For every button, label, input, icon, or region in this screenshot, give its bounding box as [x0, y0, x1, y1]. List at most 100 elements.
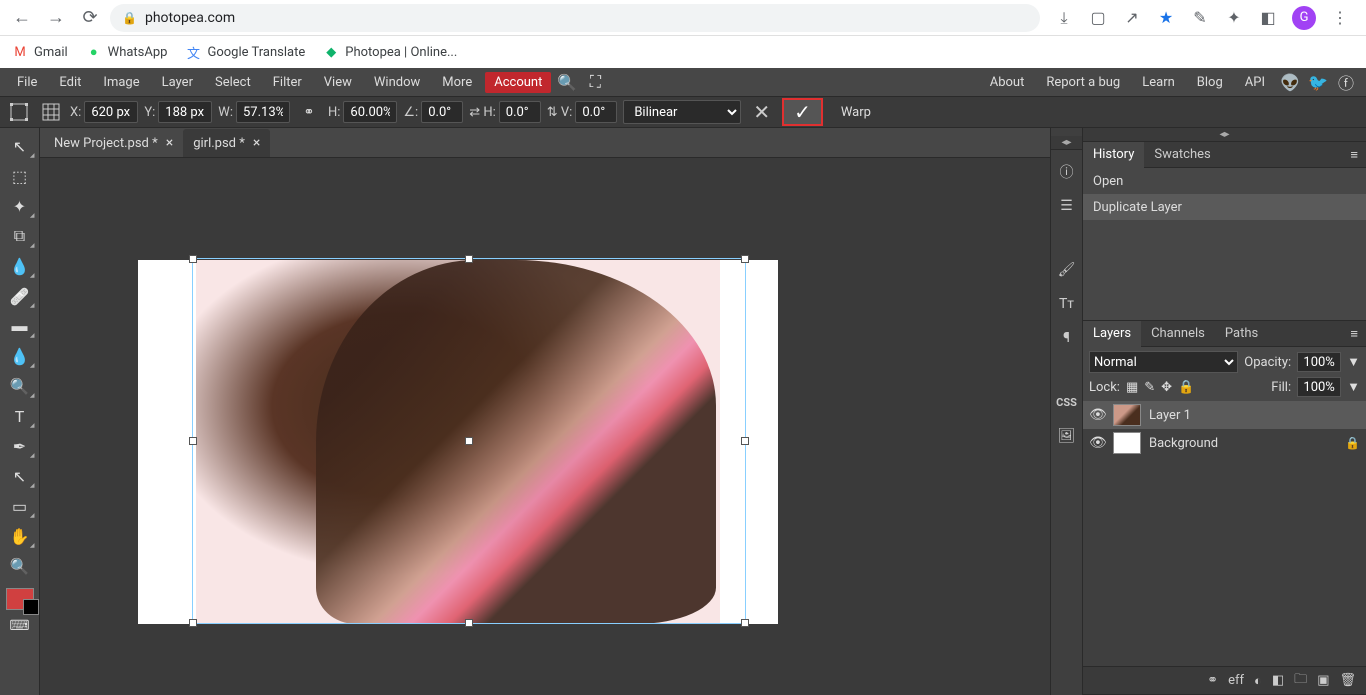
y-input[interactable] — [158, 101, 212, 123]
adjustment-icon[interactable]: ◧ — [1272, 673, 1284, 688]
panel-menu-icon[interactable]: ≡ — [1342, 147, 1366, 163]
wand-tool[interactable]: ✦◢ — [3, 192, 37, 220]
move-tool[interactable]: ↖◢ — [3, 132, 37, 160]
handle-top-left[interactable] — [189, 255, 197, 263]
search-icon[interactable]: 🔍 — [555, 70, 579, 94]
link-wh-icon[interactable]: ⚭ — [296, 99, 322, 125]
skew-v-input[interactable] — [575, 101, 617, 123]
handle-bottom-mid[interactable] — [465, 619, 473, 627]
text-tool[interactable]: T◢ — [3, 402, 37, 430]
marquee-tool[interactable]: ⬚ — [3, 162, 37, 190]
chevron-down-icon[interactable]: ▼ — [1347, 354, 1360, 370]
account-button[interactable]: Account — [485, 72, 551, 93]
skew-h-input[interactable] — [499, 101, 541, 123]
close-icon[interactable]: × — [166, 135, 173, 151]
download-icon[interactable]: ⤓ — [1054, 8, 1074, 28]
tab-new-project[interactable]: New Project.psd *× — [44, 129, 183, 157]
menu-blog[interactable]: Blog — [1188, 71, 1232, 94]
css-panel-icon[interactable]: CSS — [1055, 390, 1079, 414]
menu-image[interactable]: Image — [94, 71, 148, 94]
bookmark-whatsapp[interactable]: ●WhatsApp — [86, 44, 168, 60]
handle-center[interactable] — [465, 437, 473, 445]
reload-button[interactable]: ⟳ — [76, 4, 104, 32]
transform-icon[interactable] — [6, 99, 32, 125]
layer-row[interactable]: 👁 Layer 1 — [1083, 401, 1366, 429]
x-input[interactable] — [84, 101, 138, 123]
info-panel-icon[interactable]: ⓘ — [1055, 160, 1079, 184]
tab-layers[interactable]: Layers — [1083, 321, 1141, 347]
menu-select[interactable]: Select — [206, 71, 260, 94]
bookmark-photopea[interactable]: ◆Photopea | Online... — [323, 44, 457, 60]
angle-input[interactable] — [421, 101, 463, 123]
foreground-color-swatch[interactable] — [6, 588, 34, 610]
menu-edit[interactable]: Edit — [50, 71, 90, 94]
image-panel-icon[interactable]: 🖼 — [1055, 424, 1079, 448]
fullscreen-icon[interactable]: ⛶ — [583, 70, 607, 94]
share-icon[interactable]: ↗ — [1122, 8, 1142, 28]
handle-top-right[interactable] — [741, 255, 749, 263]
layer-thumbnail[interactable] — [1113, 404, 1141, 426]
handle-mid-right[interactable] — [741, 437, 749, 445]
menu-icon[interactable]: ⋮ — [1330, 8, 1350, 28]
brush-tool[interactable]: ▬◢ — [3, 312, 37, 340]
tab-swatches[interactable]: Swatches — [1144, 142, 1220, 168]
history-item[interactable]: Duplicate Layer — [1083, 194, 1366, 220]
lock-position-icon[interactable]: ✥ — [1161, 380, 1172, 395]
keyboard-tool[interactable]: ⌨ — [3, 612, 37, 640]
close-icon[interactable]: × — [253, 135, 260, 151]
cancel-transform-button[interactable]: ✕ — [747, 100, 776, 124]
opacity-value[interactable]: 100% — [1297, 352, 1341, 372]
tab-history[interactable]: History — [1083, 142, 1144, 168]
lock-all-icon[interactable]: 🔒 — [1178, 380, 1194, 395]
menu-api[interactable]: API — [1236, 71, 1274, 94]
bookmark-star-icon[interactable]: ★ — [1156, 8, 1176, 28]
lock-pixels-icon[interactable]: ✎ — [1144, 380, 1155, 395]
menu-window[interactable]: Window — [365, 71, 429, 94]
warp-button[interactable]: Warp — [841, 105, 871, 120]
reddit-icon[interactable]: 👽 — [1278, 70, 1302, 94]
facebook-icon[interactable]: ⓕ — [1334, 70, 1358, 94]
crop-tool[interactable]: ⧉◢ — [3, 222, 37, 250]
collapse-toggle-right[interactable]: ◂▸ — [1083, 128, 1366, 142]
brush-panel-icon[interactable]: 🖌 — [1055, 258, 1079, 282]
adjust-panel-icon[interactable]: ☰ — [1055, 194, 1079, 218]
history-item[interactable]: Open — [1083, 168, 1366, 194]
handle-mid-left[interactable] — [189, 437, 197, 445]
layer-thumbnail[interactable] — [1113, 432, 1141, 454]
layer-row[interactable]: 👁 Background 🔒 — [1083, 429, 1366, 457]
hand-tool[interactable]: ✋◢ — [3, 522, 37, 550]
character-panel-icon[interactable]: Tт — [1055, 292, 1079, 316]
address-bar[interactable]: 🔒 photopea.com — [110, 4, 1040, 32]
back-button[interactable]: ← — [8, 4, 36, 32]
handle-bottom-right[interactable] — [741, 619, 749, 627]
w-input[interactable] — [236, 101, 290, 123]
blur-tool[interactable]: 💧◢ — [3, 342, 37, 370]
bookmark-gmail[interactable]: MGmail — [12, 44, 68, 60]
eyedropper-tool[interactable]: 💧◢ — [3, 252, 37, 280]
menu-file[interactable]: File — [8, 71, 46, 94]
bookmark-google-translate[interactable]: 文Google Translate — [185, 44, 305, 60]
visibility-icon[interactable]: 👁 — [1089, 407, 1105, 423]
path-select-tool[interactable]: ↖◢ — [3, 462, 37, 490]
panel-menu-icon[interactable]: ≡ — [1342, 326, 1366, 342]
menu-layer[interactable]: Layer — [153, 71, 202, 94]
tab-paths[interactable]: Paths — [1215, 321, 1268, 347]
profile-avatar[interactable]: G — [1292, 6, 1316, 30]
reference-point-icon[interactable] — [38, 99, 64, 125]
tab-girl[interactable]: girl.psd *× — [183, 129, 270, 157]
dodge-tool[interactable]: 🔍◢ — [3, 372, 37, 400]
handle-bottom-left[interactable] — [189, 619, 197, 627]
menu-about[interactable]: About — [981, 71, 1034, 94]
heal-tool[interactable]: 🩹◢ — [3, 282, 37, 310]
zoom-tool[interactable]: 🔍 — [3, 552, 37, 580]
fill-value[interactable]: 100% — [1297, 377, 1341, 397]
menu-filter[interactable]: Filter — [264, 71, 311, 94]
collapse-toggle[interactable]: ◂▸ — [1051, 136, 1082, 150]
menu-view[interactable]: View — [315, 71, 361, 94]
eyedropper-ext-icon[interactable]: ✎ — [1190, 8, 1210, 28]
menu-more[interactable]: More — [433, 71, 481, 94]
lock-transparency-icon[interactable]: ▦ — [1126, 380, 1138, 395]
sidepanel-icon[interactable]: ◧ — [1258, 8, 1278, 28]
group-icon[interactable]: 🗀 — [1294, 670, 1307, 692]
commit-transform-button[interactable]: ✓ — [782, 98, 823, 126]
